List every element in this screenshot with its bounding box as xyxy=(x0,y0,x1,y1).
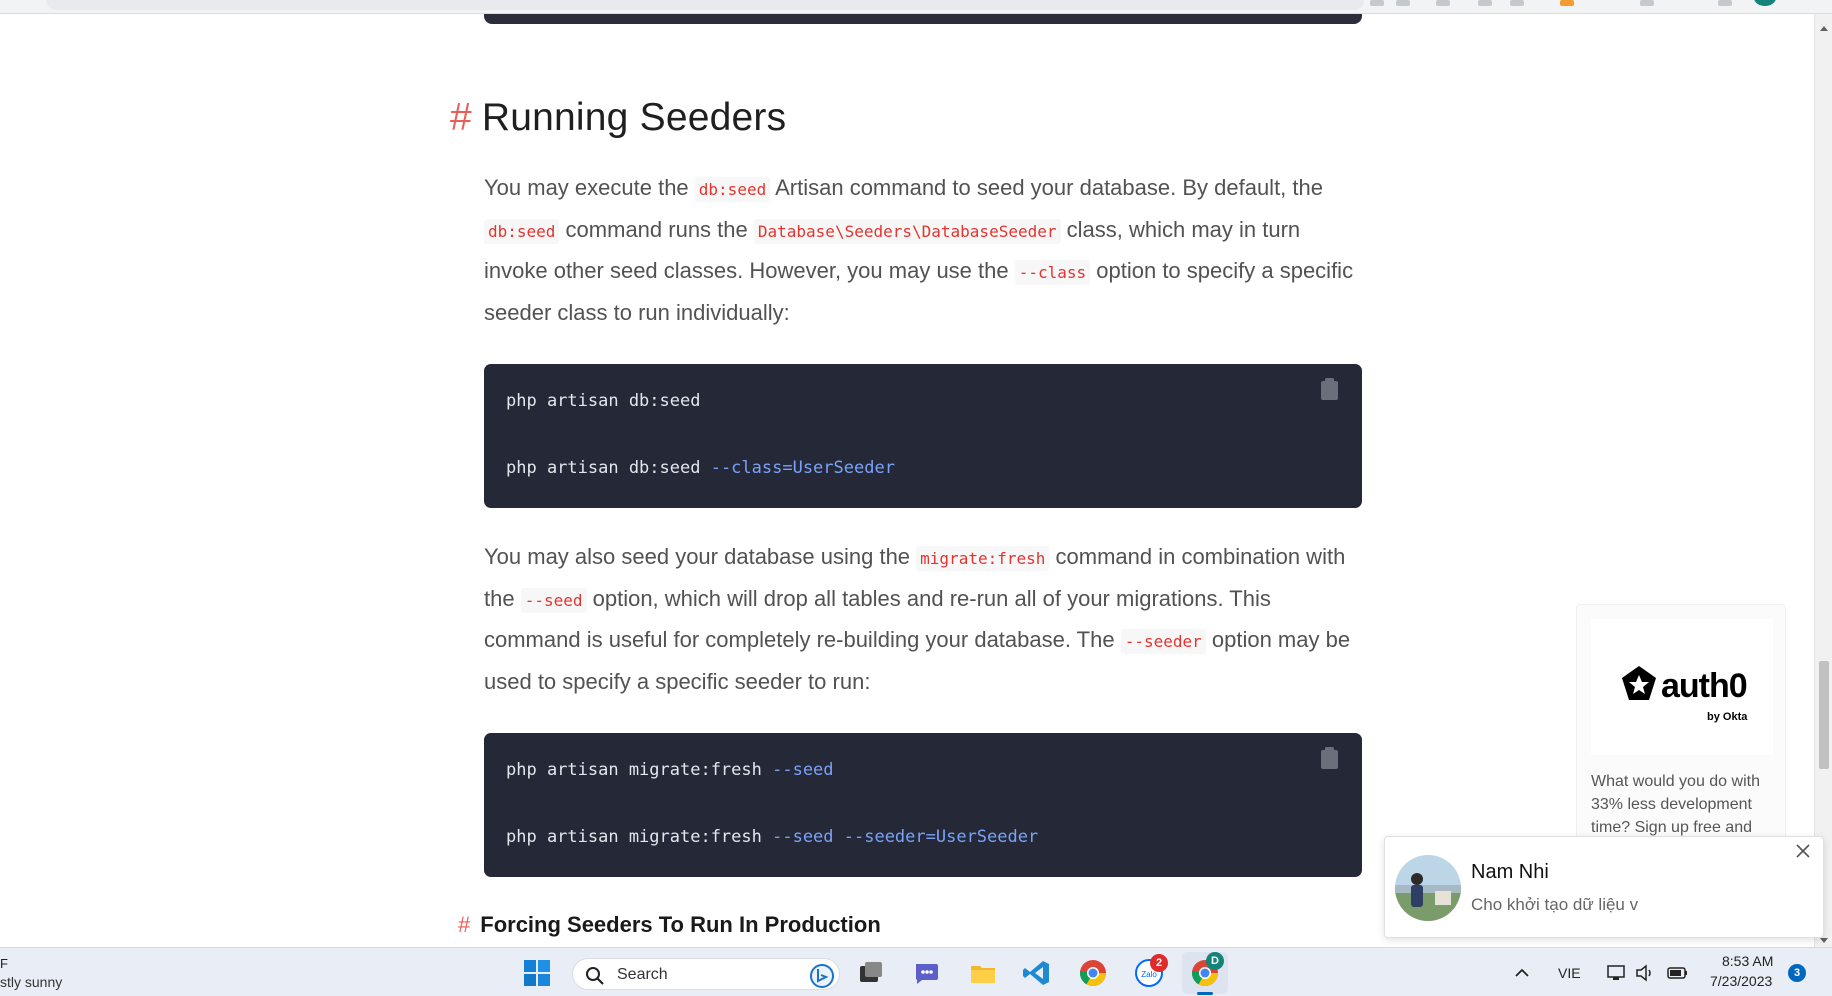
code-line: php artisan migrate:fresh --seed xyxy=(506,759,1340,826)
notification-count-badge[interactable]: 3 xyxy=(1788,964,1806,982)
extension-icon[interactable] xyxy=(1436,0,1450,6)
code-line: php artisan db:seed --class=UserSeeder xyxy=(506,457,1340,479)
code-line: php artisan db:seed xyxy=(506,390,1340,457)
windows-start-icon[interactable] xyxy=(522,958,552,988)
code-line: php artisan migrate:fresh --seed --seede… xyxy=(506,826,1340,848)
code-block-db-seed: php artisan db:seed php artisan db:seed -… xyxy=(484,364,1362,508)
sponsor-ad[interactable]: auth0 by Okta What would you do with 33%… xyxy=(1576,604,1786,864)
ad-logo-subtext: by Okta xyxy=(1707,711,1748,723)
zalo-unread-badge: 2 xyxy=(1150,954,1168,972)
page-scrollbar[interactable] xyxy=(1814,14,1832,947)
code-block-migrate-fresh: php artisan migrate:fresh --seed php arti… xyxy=(484,733,1362,877)
inline-code: --class xyxy=(1014,260,1091,285)
bing-icon[interactable] xyxy=(809,963,835,989)
ad-logo-text: auth0 xyxy=(1661,667,1748,705)
vscode-icon[interactable] xyxy=(1022,958,1052,988)
battery-icon[interactable] xyxy=(1666,963,1690,983)
volume-icon[interactable] xyxy=(1634,963,1656,983)
code-option: --seed xyxy=(772,760,834,780)
docs-page: # Running Seeders You may execute the db:… xyxy=(0,14,1814,947)
subsection-heading: # Forcing Seeders To Run In Production xyxy=(458,912,881,938)
paragraph-migrate-fresh: You may also seed your database using th… xyxy=(484,537,1366,701)
extension-icon[interactable] xyxy=(1718,0,1732,6)
code-text: php artisan migrate:fresh xyxy=(506,827,773,847)
ad-logo-box: auth0 by Okta xyxy=(1591,619,1773,755)
sender-name: Nam Nhi xyxy=(1471,861,1549,883)
paragraph-text: Artisan command to seed your database. B… xyxy=(770,175,1323,200)
extension-icon[interactable] xyxy=(1640,0,1654,6)
inline-code: db:seed xyxy=(484,218,560,244)
extension-icon[interactable] xyxy=(1370,0,1384,6)
code-text: php artisan migrate:fresh xyxy=(506,760,773,780)
network-icon[interactable] xyxy=(1606,963,1628,983)
code-lines: php artisan db:seed php artisan db:seed -… xyxy=(506,390,1340,479)
scrollbar-thumb[interactable] xyxy=(1819,661,1829,769)
section-heading: # Running Seeders xyxy=(450,96,786,140)
weather-temperature[interactable]: F xyxy=(0,956,8,971)
subheading-anchor-link[interactable]: # xyxy=(458,912,470,937)
message-preview: Cho khởi tạo dữ liệu v xyxy=(1471,895,1639,914)
clock-date[interactable]: 7/23/2023 xyxy=(1710,973,1772,989)
extension-icon[interactable] xyxy=(1510,0,1524,6)
clock-time[interactable]: 8:53 AM xyxy=(1722,953,1773,969)
scroll-down-icon[interactable] xyxy=(1820,938,1828,943)
teams-chat-icon[interactable] xyxy=(912,958,942,988)
chrome-profile-badge: D xyxy=(1206,952,1224,970)
extension-icon[interactable] xyxy=(1560,0,1574,6)
inline-code: Database\Seeders\DatabaseSeeder xyxy=(753,218,1061,244)
chat-notification[interactable]: Nam Nhi Cho khởi tạo dữ liệu v xyxy=(1384,836,1824,938)
extension-icon[interactable] xyxy=(1478,0,1492,6)
inline-code: --seed xyxy=(520,587,587,613)
browser-toolbar xyxy=(0,0,1832,14)
search-label: Search xyxy=(617,966,668,983)
address-bar[interactable] xyxy=(46,0,1364,10)
inline-code: db:seed xyxy=(694,177,771,202)
language-indicator[interactable]: VIE xyxy=(1558,965,1581,981)
subsection-heading-text: Forcing Seeders To Run In Production xyxy=(480,912,881,937)
paragraph-text: command runs the xyxy=(559,216,754,242)
inline-code: --seeder xyxy=(1120,629,1206,654)
profile-avatar[interactable] xyxy=(1754,0,1776,6)
active-indicator xyxy=(1197,992,1213,995)
code-text: php artisan db:seed xyxy=(506,391,701,411)
search-icon xyxy=(586,967,604,985)
scroll-up-icon[interactable] xyxy=(1820,26,1828,31)
heading-anchor-link[interactable]: # xyxy=(450,96,472,139)
chevron-up-icon[interactable] xyxy=(1512,963,1532,983)
clipboard-copy-icon[interactable] xyxy=(1321,747,1338,769)
code-option: --seed --seeder=UserSeeder xyxy=(772,827,1039,847)
code-option: --class=UserSeeder xyxy=(710,458,895,478)
clipboard-copy-icon[interactable] xyxy=(1321,378,1338,400)
windows-taskbar: F stly sunny Search Zalo 2 D VIE 8:53 AM… xyxy=(0,947,1832,996)
inline-code: migrate:fresh xyxy=(916,546,1050,571)
file-explorer-icon[interactable] xyxy=(968,958,998,988)
paragraph-db-seed: You may execute the db:seed Artisan comm… xyxy=(484,168,1366,332)
avatar xyxy=(1395,855,1461,921)
chrome-icon[interactable] xyxy=(1078,958,1108,988)
paragraph-text: You may also seed your database using th… xyxy=(484,544,917,569)
extension-icon[interactable] xyxy=(1396,0,1410,6)
weather-description[interactable]: stly sunny xyxy=(0,974,62,990)
task-view-icon[interactable] xyxy=(856,958,886,988)
code-lines: php artisan migrate:fresh --seed php arti… xyxy=(506,759,1340,848)
section-heading-text: Running Seeders xyxy=(481,96,787,139)
close-icon[interactable] xyxy=(1795,843,1811,859)
taskbar-search[interactable]: Search xyxy=(572,958,840,990)
previous-code-block xyxy=(484,14,1362,24)
paragraph-text: You may execute the xyxy=(484,175,695,200)
auth0-star-icon xyxy=(1622,666,1656,700)
code-text: php artisan db:seed xyxy=(506,458,711,478)
